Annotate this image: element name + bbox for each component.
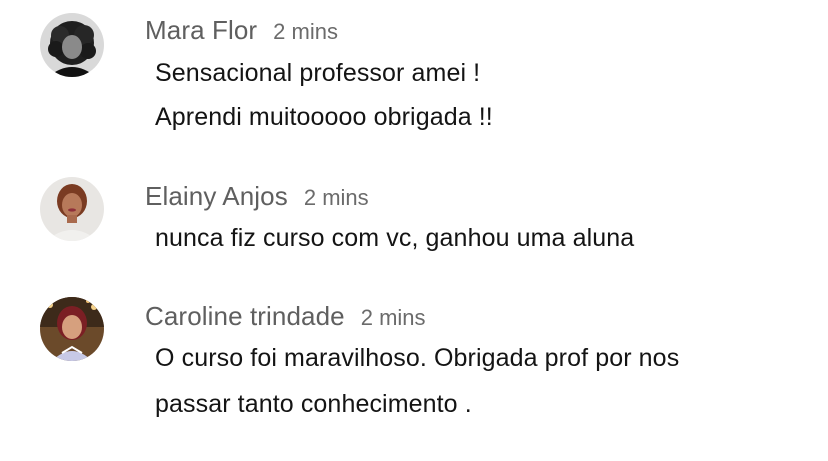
avatar-icon <box>40 13 104 77</box>
comment-author[interactable]: Elainy Anjos <box>145 181 288 211</box>
comment-author[interactable]: Mara Flor <box>145 15 257 45</box>
comment-header: Elainy Anjos 2 mins <box>145 181 369 212</box>
comment-text-line: passar tanto conhecimento . <box>155 390 472 418</box>
comment-text-line: O curso foi maravilhoso. Obrigada prof p… <box>155 344 680 372</box>
comment-text-line: Sensacional professor amei ! <box>155 59 481 87</box>
avatar-icon <box>40 297 104 361</box>
comment-header: Caroline trindade 2 mins <box>145 301 426 332</box>
comment-timestamp: 2 mins <box>273 19 338 44</box>
comment-author[interactable]: Caroline trindade <box>145 301 345 331</box>
comment-timestamp: 2 mins <box>303 185 369 210</box>
user-avatar[interactable] <box>40 13 104 77</box>
comment-text-line: Aprendi muitooooo obrigada !! <box>155 103 493 131</box>
user-avatar[interactable] <box>40 177 104 241</box>
user-avatar[interactable] <box>40 297 104 361</box>
comment-text-line: nunca fiz curso com vc, ganhou uma aluna <box>155 224 635 252</box>
comment-timestamp: 2 mins <box>360 305 426 330</box>
comment-header: Mara Flor 2 mins <box>145 15 338 46</box>
avatar-icon <box>40 177 104 241</box>
